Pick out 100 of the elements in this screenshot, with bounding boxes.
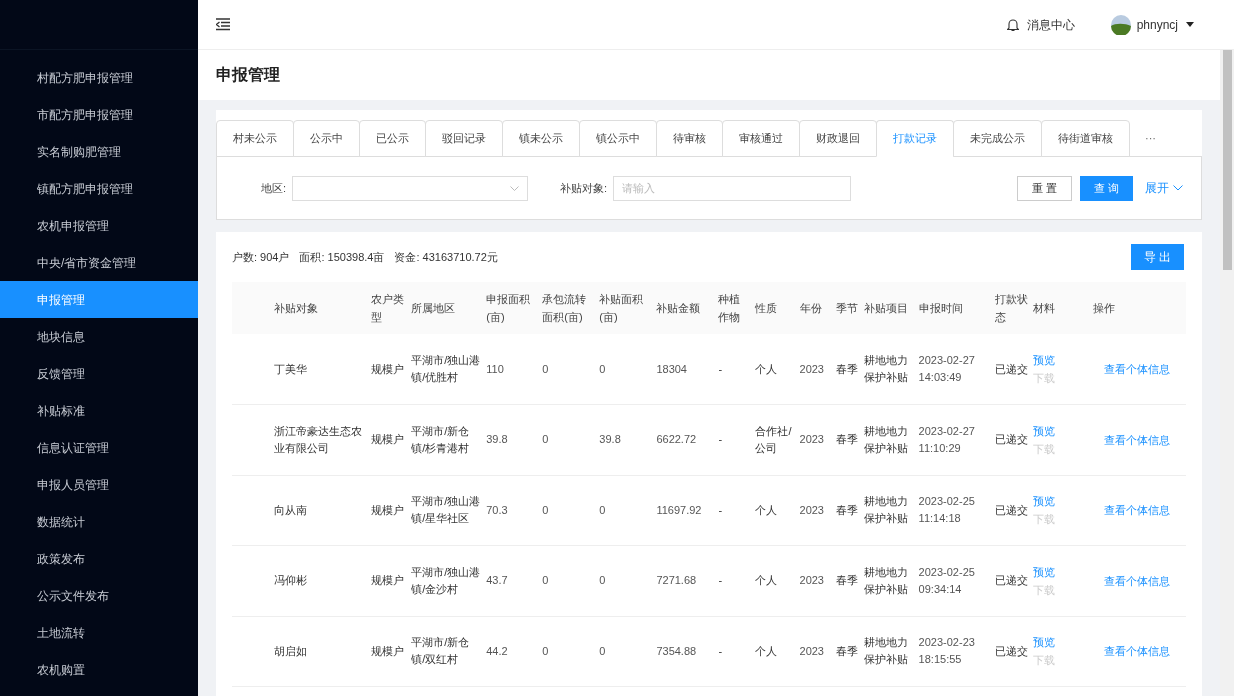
table-cell: 平湖市/新仓镇/杉青港村 [411, 424, 470, 454]
table-cell: 春季 [835, 574, 858, 587]
table-cell: 平湖市/独山港镇/金沙村 [411, 565, 481, 595]
table-cell: 规模户 [371, 574, 405, 587]
table-cell: 0 [542, 362, 549, 375]
table-cell: 0 [542, 503, 549, 516]
table-cell: 规模户 [371, 362, 405, 375]
column-header: 补贴项目 [863, 302, 908, 314]
sidebar-item[interactable]: 申报人员管理 [0, 466, 198, 503]
reset-button[interactable]: 重 置 [1016, 175, 1072, 201]
column-header: 季节 [835, 302, 858, 314]
table-cell: 39.8 [486, 433, 508, 446]
table-cell: 7354.88 [656, 644, 697, 657]
table-cell: 已递交 [994, 503, 1028, 516]
table-cell: 2023 [799, 644, 824, 657]
sidebar-item[interactable]: 信息认证管理 [0, 429, 198, 466]
column-header: 补贴金额 [656, 302, 701, 314]
table-cell: - [718, 644, 723, 657]
table-cell: 耕地地力保护补贴 [863, 565, 908, 595]
table-cell: 2023 [799, 433, 824, 446]
table-cell: - [718, 433, 723, 446]
table-cell: 合作社/公司 [755, 424, 792, 454]
table-cell: 18304 [656, 362, 687, 375]
table-cell: 已递交 [994, 433, 1028, 446]
column-header: 材料 [1032, 302, 1055, 314]
table-cell: 平湖市/独山港镇/星华社区 [411, 495, 481, 525]
column-header: 申报时间 [918, 302, 963, 314]
table-cell: 个人 [755, 503, 778, 516]
column-header: 操作 [1092, 302, 1115, 314]
table-cell: 43.7 [486, 574, 508, 587]
table-cell: 0 [599, 503, 606, 516]
sidebar-item[interactable]: 农机购置 [0, 651, 198, 688]
table-cell: 耕地地力保护补贴 [863, 354, 908, 383]
table-cell: 2023-02-23 18:15:55 [918, 636, 975, 666]
sidebar-item[interactable]: 镇配方肥申报管理 [0, 170, 198, 207]
tab[interactable]: 未完成公示 [953, 120, 1042, 157]
column-header: 补贴对象 [274, 302, 318, 314]
tab[interactable]: 待街道审核 [1041, 120, 1130, 157]
table-cell: 向从南 [274, 503, 307, 516]
table-cell: 0 [599, 574, 606, 587]
table-cell: 规模户 [371, 644, 405, 657]
table-cell: - [718, 362, 723, 375]
sidebar-item[interactable]: 公示文件发布 [0, 577, 198, 614]
table-cell: 个人 [755, 644, 778, 657]
table-cell: 规模户 [371, 433, 405, 446]
table-cell: 耕地地力保护补贴 [863, 495, 908, 525]
table-cell: 2023-02-25 09:34:14 [918, 565, 975, 595]
more-tabs-button[interactable]: ··· [1129, 120, 1172, 157]
sidebar-item[interactable]: 实名制购肥管理 [0, 133, 198, 170]
table-cell: 已递交 [994, 362, 1028, 375]
column-header: 农户类型 [371, 293, 405, 323]
sidebar-item[interactable]: 政策发布 [0, 540, 198, 577]
target-label: 补贴对象: [560, 180, 608, 196]
chevron-down-icon [1173, 185, 1183, 191]
table-cell: 平湖市/独山港镇/优胜村 [411, 354, 481, 383]
table-cell: 2023 [799, 574, 824, 587]
page-title: 申报管理 [216, 65, 280, 85]
sidebar-item[interactable]: 村配方肥申报管理 [0, 59, 198, 96]
table-cell: 0 [599, 362, 606, 375]
avatar-icon[interactable] [1110, 14, 1131, 35]
column-header: 年份 [799, 302, 822, 314]
message-center-link[interactable]: 消息中心 [1026, 15, 1075, 34]
table-cell: - [718, 503, 723, 516]
table-cell: 规模户 [371, 503, 405, 516]
table-cell: 11697.92 [656, 503, 702, 516]
region-label: 地区: [261, 180, 287, 196]
table-cell: 0 [542, 433, 549, 446]
table-cell: 已递交 [994, 644, 1028, 657]
sidebar-item[interactable]: 中央/省市资金管理 [0, 244, 198, 281]
table-cell: 2023-02-25 11:14:18 [918, 495, 975, 525]
tab[interactable]: 村未公示 [216, 120, 294, 157]
sidebar-item[interactable]: 地块信息 [0, 318, 198, 355]
sidebar-item[interactable]: 农机申报管理 [0, 207, 198, 244]
table-cell: 2023-02-27 11:10:29 [918, 424, 975, 454]
table-cell: 0 [599, 644, 606, 657]
table-cell: 2023 [799, 362, 824, 375]
column-header: 所属地区 [411, 302, 456, 314]
table-cell: 2023 [799, 503, 824, 516]
caret-icon[interactable] [1186, 22, 1194, 27]
sidebar-item[interactable]: 土地流转 [0, 614, 198, 651]
menu-icon[interactable] [216, 18, 230, 31]
household-count: 户数: 904户 [232, 249, 290, 265]
username[interactable]: phnyncj [1136, 15, 1178, 34]
funds-total: 资金: 43163710.72元 [394, 249, 498, 265]
table-cell: 0 [542, 574, 549, 587]
table-cell: 春季 [835, 503, 858, 516]
bell-icon[interactable] [1006, 17, 1019, 32]
table-cell: 冯仰彬 [274, 574, 307, 587]
table-cell: 耕地地力保护补贴 [863, 424, 908, 454]
sidebar-item[interactable]: 反馈管理 [0, 355, 198, 392]
table-cell: 个人 [755, 574, 778, 587]
column-header: 性质 [755, 302, 778, 314]
target-input[interactable]: 请输入 [613, 175, 852, 201]
table-cell: 6622.72 [656, 433, 697, 446]
sidebar-item[interactable]: 市配方肥申报管理 [0, 96, 198, 133]
table-cell: 胡启如 [274, 644, 307, 657]
sidebar-item[interactable]: 数据统计 [0, 503, 198, 540]
scrollbar[interactable] [1220, 50, 1234, 696]
table-cell: 70.3 [486, 503, 508, 516]
sidebar-item[interactable]: 补贴标准 [0, 392, 198, 429]
